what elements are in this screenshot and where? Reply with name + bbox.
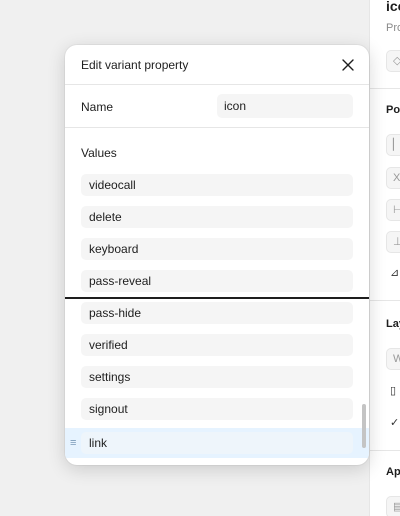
properties-panel: ico Pro ◇ Po ▏ X ⊢ ⊥ ⊿ Lay W ▯ ✓ Ap ▤ [369,0,400,516]
value-item[interactable]: pass-reveal [81,270,353,292]
value-item[interactable]: settings [81,366,353,388]
values-scrollbar[interactable] [362,404,366,448]
section-layout: Lay [386,318,400,330]
value-item[interactable]: signout [81,398,353,420]
section-position: Po [386,104,400,116]
edit-variant-property-dialog: Edit variant property Name Values videoc… [65,45,369,465]
value-item[interactable]: videocall [81,174,353,196]
panel-title: ico [386,0,400,14]
value-item-selected[interactable]: link [81,432,353,454]
appearance-button[interactable]: ▤ [386,496,400,516]
x-label: X [393,172,400,184]
divider [370,88,400,89]
close-icon[interactable] [339,56,357,74]
drop-indicator [65,297,369,299]
value-item[interactable]: delete [81,206,353,228]
dialog-header: Edit variant property [65,45,369,85]
divider [370,300,400,301]
section-appearance: Ap [386,466,400,478]
divider [370,450,400,451]
dialog-title: Edit variant property [81,58,189,72]
rotation-icon[interactable]: ⊿ [390,266,399,279]
dragged-value-row[interactable]: ≡ link [65,428,369,458]
value-item[interactable]: verified [81,334,353,356]
w-field[interactable]: W [386,348,400,370]
component-icon-button[interactable]: ◇ [386,50,400,72]
name-label: Name [81,100,114,114]
clip-content-checkbox[interactable]: ✓ [390,416,399,429]
constraint-vertical[interactable]: ⊥ [386,231,400,253]
drag-handle-icon[interactable]: ≡ [70,436,78,450]
x-field[interactable]: X [386,167,400,189]
constraint-horizontal[interactable]: ⊢ [386,199,400,221]
align-button[interactable]: ▏ [386,134,400,156]
panel-subtitle: Pro [386,22,400,34]
name-row: Name [65,85,369,128]
property-name-input[interactable] [217,94,353,118]
resizing-icon[interactable]: ▯ [390,384,396,397]
w-label: W [393,353,400,365]
value-item[interactable]: pass-hide [81,302,353,324]
values-label: Values [81,146,117,160]
value-item[interactable]: keyboard [81,238,353,260]
